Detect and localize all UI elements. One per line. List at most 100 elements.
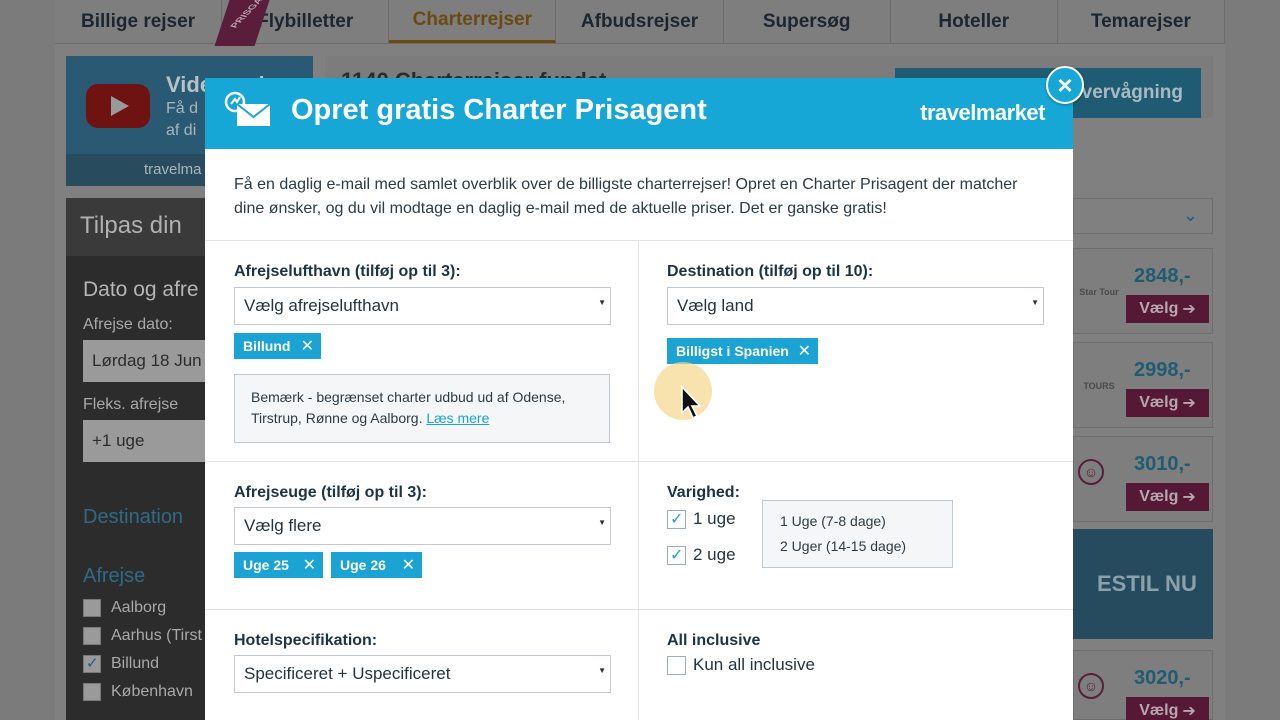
form-row-airport-destination: Afrejselufthavn (tilføj op til 3): Vælg … (205, 241, 1073, 462)
hotel-spec-label: Hotelspecifikation: (234, 632, 378, 649)
remove-tag-icon[interactable]: ✕ (303, 555, 316, 575)
tab-label: Temarejser (1090, 10, 1191, 32)
duration-label: Varighed: (667, 484, 740, 501)
dropdown-arrow-icon: ▼ (598, 298, 606, 307)
select-value: Specificeret + Uspecificeret (244, 664, 451, 683)
modal-title: Opret gratis Charter Prisagent (291, 94, 707, 126)
tab-label: Billige rejser (81, 10, 196, 32)
checkbox[interactable] (667, 655, 686, 675)
checkbox-label: 1 uge (693, 509, 736, 528)
destination-select[interactable]: Vælg land ▼ (667, 287, 1044, 325)
select-button[interactable]: Vælg ➔ (1126, 697, 1209, 720)
departure-week-select[interactable]: Vælg flere ▼ (234, 507, 611, 545)
checkbox[interactable] (667, 545, 686, 565)
result-price: 2848,- (1134, 265, 1191, 287)
tab-temarejser[interactable]: Temarejser (1058, 0, 1225, 43)
remove-tag-icon[interactable]: ✕ (301, 336, 314, 356)
result-price: 2998,- (1134, 359, 1191, 381)
select-button[interactable]: Vælg ➔ (1126, 483, 1209, 511)
sort-dropdown[interactable]: ⌄ (1073, 198, 1213, 234)
ribbon-text: PRISGA (227, 0, 266, 29)
checkbox[interactable] (667, 509, 686, 529)
mouse-pointer-icon (681, 385, 702, 420)
destination-section: Destination (tilføj op til 10): Vælg lan… (639, 241, 1073, 461)
week-tag: Uge 25 ✕ (234, 552, 323, 578)
modal-header: Opret gratis Charter Prisagent travelmar… (205, 78, 1073, 149)
departure-airport-section: Afrejselufthavn (tilføj op til 3): Vælg … (205, 241, 639, 461)
tab-afbudsrejser[interactable]: Afbudsrejser (556, 0, 724, 43)
close-modal-button[interactable]: × (1046, 66, 1084, 104)
select-button[interactable]: Vælg ➔ (1126, 295, 1209, 323)
destination-tag: Billigst i Spanien ✕ (667, 338, 818, 364)
arrow-right-icon: ➔ (1182, 489, 1196, 506)
envelope-icon (224, 91, 271, 126)
all-inclusive-section: All inclusive Kun all inclusive (639, 610, 1073, 720)
select-button-label: Vælg (1139, 300, 1179, 317)
remove-tag-icon[interactable]: ✕ (402, 555, 415, 575)
result-card: TOURS 2998,- Vælg ➔ (1073, 342, 1213, 428)
checkbox[interactable] (83, 627, 101, 645)
tag-label: Uge 26 (340, 557, 386, 573)
video-subtitle-line: Få d (166, 100, 199, 117)
tab-label: Flybilletter (257, 10, 354, 32)
select-value: Vælg flere (244, 516, 322, 535)
remove-tag-icon[interactable]: ✕ (798, 341, 811, 361)
tab-charterrejser[interactable]: Charterrejser (389, 0, 557, 43)
hotel-section: Hotelspecifikation: Specificeret + Uspec… (205, 610, 639, 720)
form-row-week-duration: Afrejseuge (tilføj op til 3): Vælg flere… (205, 462, 1073, 610)
tab-supersog[interactable]: Supersøg (724, 0, 891, 43)
close-icon: × (1057, 69, 1073, 100)
checkbox-label: Billund (111, 655, 160, 672)
travelmarket-logo: travelmarket (920, 100, 1045, 125)
play-video-icon[interactable] (86, 84, 150, 128)
tab-label: Charterrejser (412, 9, 533, 30)
video-subtitle-line: af di (166, 122, 197, 139)
week-tag: Uge 26 ✕ (331, 552, 422, 578)
checkbox-label: 2 uge (693, 545, 736, 564)
checkbox-label: Aarhus (Tirst (111, 627, 202, 644)
smiley-icon: ☺ (1078, 673, 1104, 699)
tab-billige-rejser[interactable]: Billige rejser (55, 0, 223, 43)
result-card: ☺ 3020,- Vælg ➔ (1073, 650, 1213, 720)
dropdown-arrow-icon: ▼ (1031, 298, 1039, 307)
arrow-right-icon: ➔ (1182, 301, 1196, 318)
airport-notice: Bemærk - begrænset charter udbud ud af O… (234, 374, 610, 443)
video-subtitle: Få d af di (166, 98, 198, 142)
result-card: Star Tour 2848,- Vælg ➔ (1073, 248, 1213, 334)
tab-label: Supersøg (762, 10, 851, 32)
departure-airport-select[interactable]: Vælg afrejselufthavn ▼ (234, 287, 611, 325)
tab-hoteller[interactable]: Hoteller (891, 0, 1058, 43)
duration-2-week-checkbox[interactable]: 2 uge (667, 545, 736, 565)
select-button[interactable]: Vælg ➔ (1126, 389, 1209, 417)
notice-text: Bemærk - begrænset charter udbud ud af O… (251, 389, 566, 426)
select-value: Vælg land (677, 296, 754, 315)
tab-label: Afbudsrejser (580, 10, 699, 32)
result-card: ☺ 3010,- Vælg ➔ (1073, 436, 1213, 522)
duration-info-box: 1 Uge (7-8 dage) 2 Uger (14-15 dage) (762, 500, 953, 568)
select-value: Vælg afrejselufthavn (244, 296, 399, 315)
select-button-label: Vælg (1139, 394, 1179, 411)
duration-1-week-checkbox[interactable]: 1 uge (667, 509, 736, 529)
departure-airport-label: Afrejselufthavn (tilføj op til 3): (234, 263, 461, 280)
tab-label: Hoteller (938, 10, 1010, 32)
promo-banner[interactable]: ESTIL NU (1073, 529, 1213, 639)
prisagent-modal: Opret gratis Charter Prisagent travelmar… (205, 78, 1073, 720)
result-price: 3020,- (1134, 667, 1191, 689)
all-inclusive-checkbox[interactable]: Kun all inclusive (667, 655, 815, 675)
checkbox[interactable] (83, 683, 101, 701)
tag-label: Uge 25 (243, 557, 289, 573)
top-navigation: Billige rejser Flybilletter Charterrejse… (55, 0, 1225, 46)
checkbox[interactable] (83, 654, 101, 673)
hotel-spec-select[interactable]: Specificeret + Uspecificeret ▼ (234, 655, 611, 693)
departure-week-section: Afrejseuge (tilføj op til 3): Vælg flere… (205, 462, 639, 609)
duration-info-line: 2 Uger (14-15 dage) (780, 538, 907, 554)
all-inclusive-label: All inclusive (667, 632, 761, 649)
select-button-label: Vælg (1139, 702, 1179, 719)
tag-label: Billund (243, 338, 291, 354)
read-more-link[interactable]: Læs mere (426, 410, 489, 426)
select-button-label: Vælg (1139, 488, 1179, 505)
checkbox-label: Kun all inclusive (693, 655, 815, 674)
departure-week-label: Afrejseuge (tilføj op til 3): (234, 484, 427, 501)
smiley-icon: ☺ (1078, 459, 1104, 485)
checkbox[interactable] (83, 599, 101, 617)
